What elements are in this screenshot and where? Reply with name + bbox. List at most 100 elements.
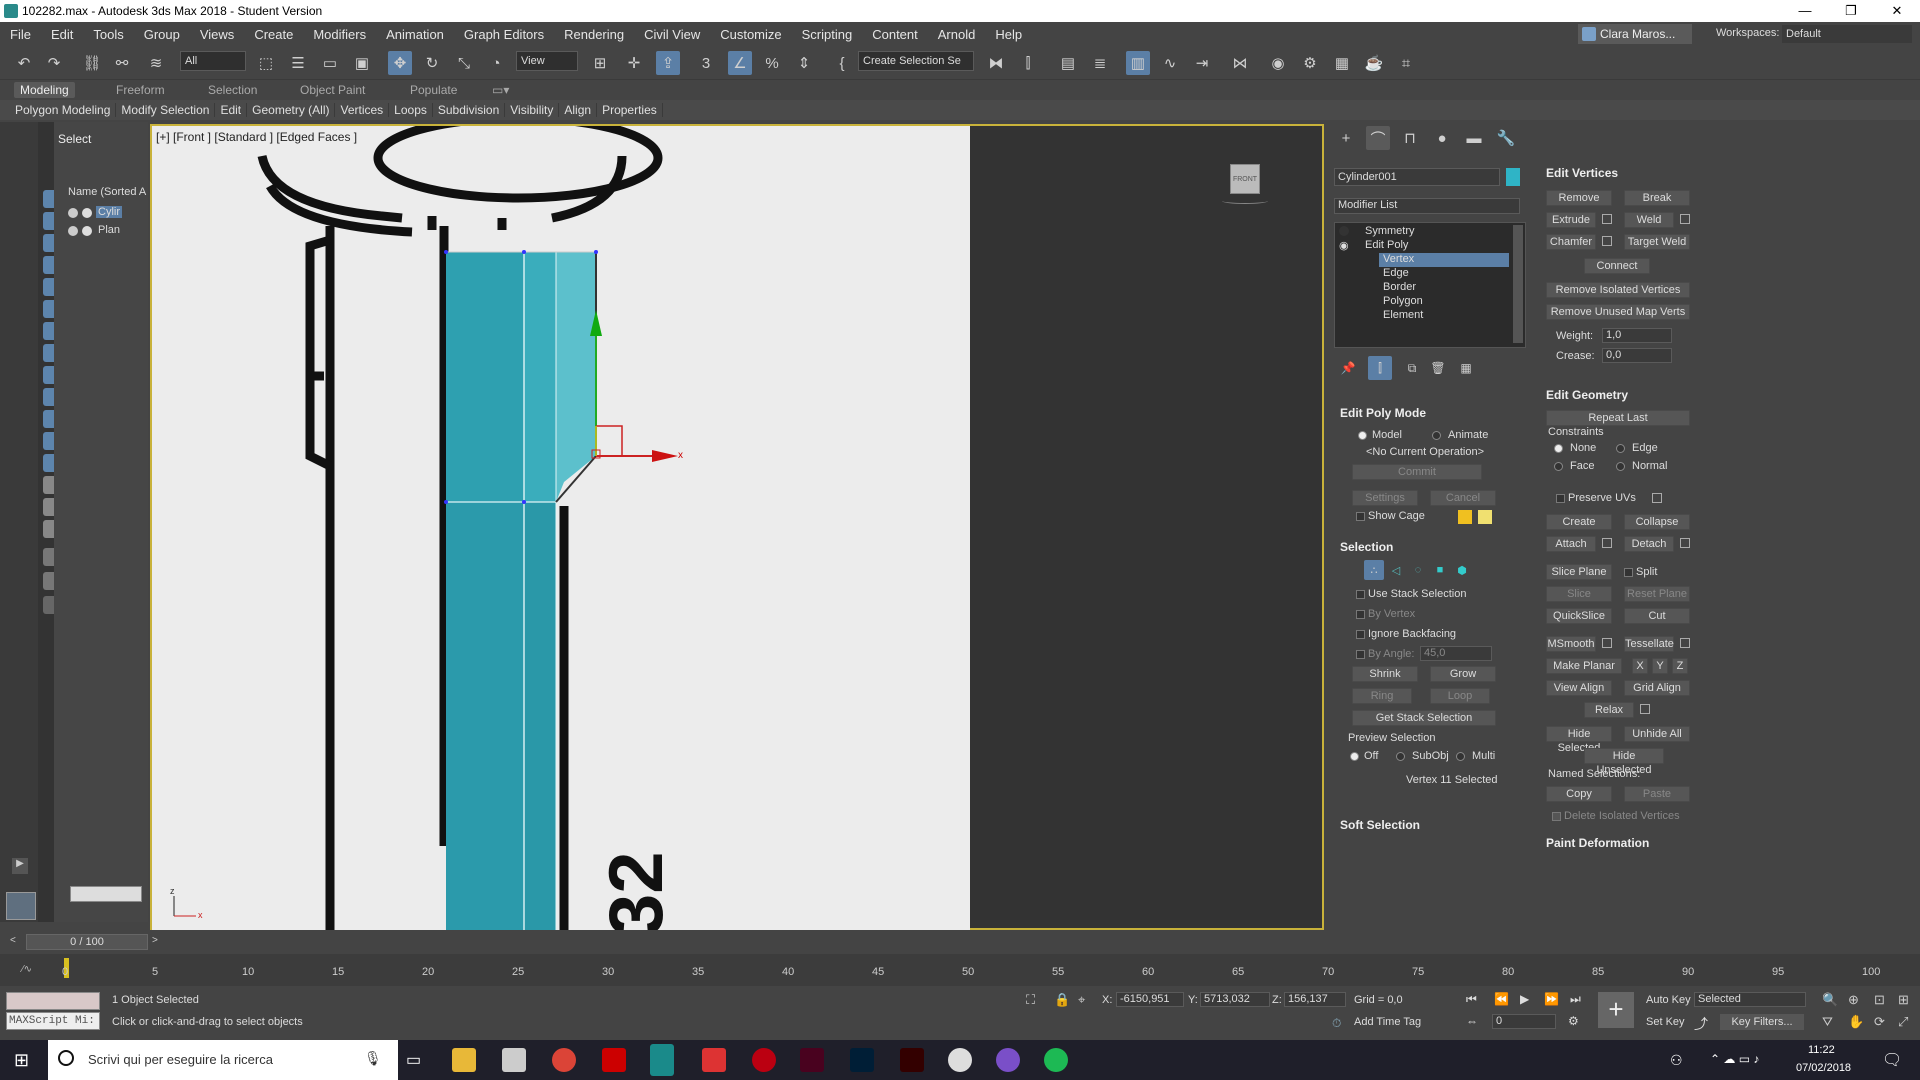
minimize-button[interactable]: — — [1782, 0, 1828, 22]
create-button[interactable]: Create — [1546, 514, 1612, 530]
border-mode-icon[interactable]: ◌ — [1408, 560, 1428, 580]
viewport-canvas[interactable]: [+] [Front ] [Standard ] [Edged Faces ] … — [152, 126, 970, 930]
viewport-layout-icon[interactable] — [6, 892, 36, 920]
isolate-icon[interactable]: ⛶ — [1026, 992, 1035, 1008]
animate-radio[interactable] — [1432, 431, 1441, 440]
menu-rendering[interactable]: Rendering — [554, 27, 634, 42]
zoom-all-icon[interactable]: ⊕ — [1848, 992, 1859, 1008]
ignore-backfacing-checkbox[interactable] — [1356, 630, 1365, 639]
menu-civil-view[interactable]: Civil View — [634, 27, 710, 42]
zoom-icon[interactable]: 🔍 — [1822, 992, 1838, 1008]
menu-edit[interactable]: Edit — [41, 27, 83, 42]
taskbar-search-box[interactable]: Scrivi qui per eseguire la ricerca 🎙 — [48, 1040, 398, 1080]
play-icon[interactable]: ▶ — [1520, 992, 1529, 1006]
rendered-frame-icon[interactable]: ▦ — [1330, 51, 1354, 75]
prev-key-icon[interactable]: ⏪ — [1494, 992, 1509, 1006]
menu-tools[interactable]: Tools — [83, 27, 133, 42]
stack-item[interactable]: ◉ Edit Poly — [1335, 239, 1511, 253]
window-crossing-icon[interactable]: ▣ — [350, 51, 374, 75]
unlink-icon[interactable]: ⚯ — [110, 51, 134, 75]
tab-modeling[interactable]: Modeling — [14, 82, 75, 98]
chamfer-button[interactable]: Chamfer — [1546, 234, 1596, 250]
constraint-none-radio[interactable] — [1554, 444, 1563, 453]
menu-arnold[interactable]: Arnold — [928, 27, 986, 42]
ribbon-properties[interactable]: Properties — [597, 103, 663, 117]
paste-button[interactable]: Paste — [1624, 786, 1690, 802]
workspace-dropdown[interactable]: Default — [1782, 25, 1912, 43]
delete-isolated-checkbox[interactable] — [1552, 812, 1561, 821]
edit-vertices-title[interactable]: Edit Vertices — [1546, 166, 1618, 180]
maxscript-listener-input[interactable] — [6, 992, 100, 1010]
tab-populate[interactable]: Populate — [404, 82, 463, 98]
menu-create[interactable]: Create — [244, 27, 303, 42]
msmooth-settings-icon[interactable] — [1602, 638, 1612, 648]
ribbon-loops[interactable]: Loops — [389, 103, 433, 117]
fov-icon[interactable]: ⛛ — [1822, 1014, 1833, 1030]
hierarchy-tab-icon[interactable]: ⊓ — [1398, 126, 1422, 150]
remove-button[interactable]: Remove — [1546, 190, 1612, 206]
ribbon-edit[interactable]: Edit — [215, 103, 248, 117]
go-to-start-icon[interactable]: ⏮ — [1466, 992, 1477, 1007]
reference-coord-dropdown[interactable]: View — [516, 51, 578, 71]
pan-icon[interactable]: ✋ — [1848, 1014, 1864, 1030]
next-frame-icon[interactable]: > — [152, 935, 164, 949]
angle-snap-icon[interactable]: ∠ — [728, 51, 752, 75]
menu-content[interactable]: Content — [862, 27, 928, 42]
constraint-normal-radio[interactable] — [1616, 462, 1625, 471]
planar-z-button[interactable]: Z — [1672, 658, 1688, 674]
reset-plane-button[interactable]: Reset Plane — [1624, 586, 1690, 602]
remove-unused-map-button[interactable]: Remove Unused Map Verts — [1546, 304, 1690, 320]
planar-y-button[interactable]: Y — [1652, 658, 1668, 674]
hide-unselected-button[interactable]: Hide Unselected — [1584, 748, 1664, 776]
people-icon[interactable]: ⚇ — [1670, 1052, 1683, 1069]
relax-settings-icon[interactable] — [1640, 704, 1650, 714]
model-radio[interactable] — [1358, 431, 1367, 440]
collapse-button[interactable]: Collapse — [1624, 514, 1690, 530]
stack-item[interactable]: Polygon — [1335, 295, 1511, 309]
object-name-field[interactable]: Cylinder001 — [1334, 168, 1500, 186]
orbit-icon[interactable]: ⟳ — [1874, 1014, 1885, 1030]
menu-graph-editors[interactable]: Graph Editors — [454, 27, 554, 42]
cut-button[interactable]: Cut — [1624, 608, 1690, 624]
file-explorer-icon[interactable] — [452, 1048, 476, 1072]
constraint-face-radio[interactable] — [1554, 462, 1563, 471]
rotate-icon[interactable]: ↻ — [420, 51, 444, 75]
close-button[interactable]: ✕ — [1874, 0, 1920, 22]
quickslice-button[interactable]: QuickSlice — [1546, 608, 1612, 624]
object-color-swatch[interactable] — [1506, 168, 1520, 186]
ribbon-visibility[interactable]: Visibility — [505, 103, 560, 117]
commit-button[interactable]: Commit — [1352, 464, 1482, 480]
use-stack-checkbox[interactable] — [1356, 590, 1365, 599]
hide-selected-button[interactable]: Hide Selected — [1546, 726, 1612, 754]
slice-plane-button[interactable]: Slice Plane — [1546, 564, 1612, 580]
scale-icon[interactable]: ⤡ — [452, 51, 476, 75]
material-editor-icon[interactable]: ◉ — [1266, 51, 1290, 75]
scene-row[interactable]: Cylir — [68, 206, 148, 222]
chamfer-settings-icon[interactable] — [1602, 236, 1612, 246]
make-planar-button[interactable]: Make Planar — [1546, 658, 1622, 674]
key-filters-button[interactable]: Key Filters... — [1720, 1014, 1804, 1030]
prev-frame-icon[interactable]: < — [10, 935, 22, 949]
tab-freeform[interactable]: Freeform — [110, 82, 171, 98]
slice-button[interactable]: Slice — [1546, 586, 1612, 602]
curve-editor-mini-icon[interactable]: ⁄∿ — [22, 964, 32, 975]
zoom-extents-all-icon[interactable]: ⊞ — [1898, 992, 1909, 1008]
element-mode-icon[interactable]: ⬢ — [1452, 560, 1472, 580]
selection-title[interactable]: Selection — [1340, 540, 1393, 554]
soft-selection-title[interactable]: Soft Selection — [1340, 818, 1420, 832]
ribbon-geometry-all[interactable]: Geometry (All) — [247, 103, 336, 117]
viewport-front[interactable]: [+] [Front ] [Standard ] [Edged Faces ] … — [150, 124, 1324, 930]
menu-customize[interactable]: Customize — [710, 27, 791, 42]
link-icon[interactable]: ⛓ — [80, 51, 104, 75]
viewcube-ring[interactable] — [1222, 198, 1268, 204]
stack-scrollbar[interactable] — [1513, 225, 1523, 343]
msmooth-button[interactable]: MSmooth — [1546, 636, 1596, 652]
copy-button[interactable]: Copy — [1546, 786, 1612, 802]
expand-arrow-icon[interactable]: ▶ — [12, 858, 28, 874]
cage-color-2[interactable] — [1478, 510, 1492, 524]
z-coord-field[interactable]: 156,137 — [1284, 992, 1346, 1007]
named-selection-dropdown[interactable]: Create Selection Se — [858, 51, 974, 71]
edit-named-sel-icon[interactable]: { — [830, 51, 854, 75]
x-coord-field[interactable]: -6150,951 — [1116, 992, 1184, 1007]
photoshop-icon[interactable] — [850, 1048, 874, 1072]
